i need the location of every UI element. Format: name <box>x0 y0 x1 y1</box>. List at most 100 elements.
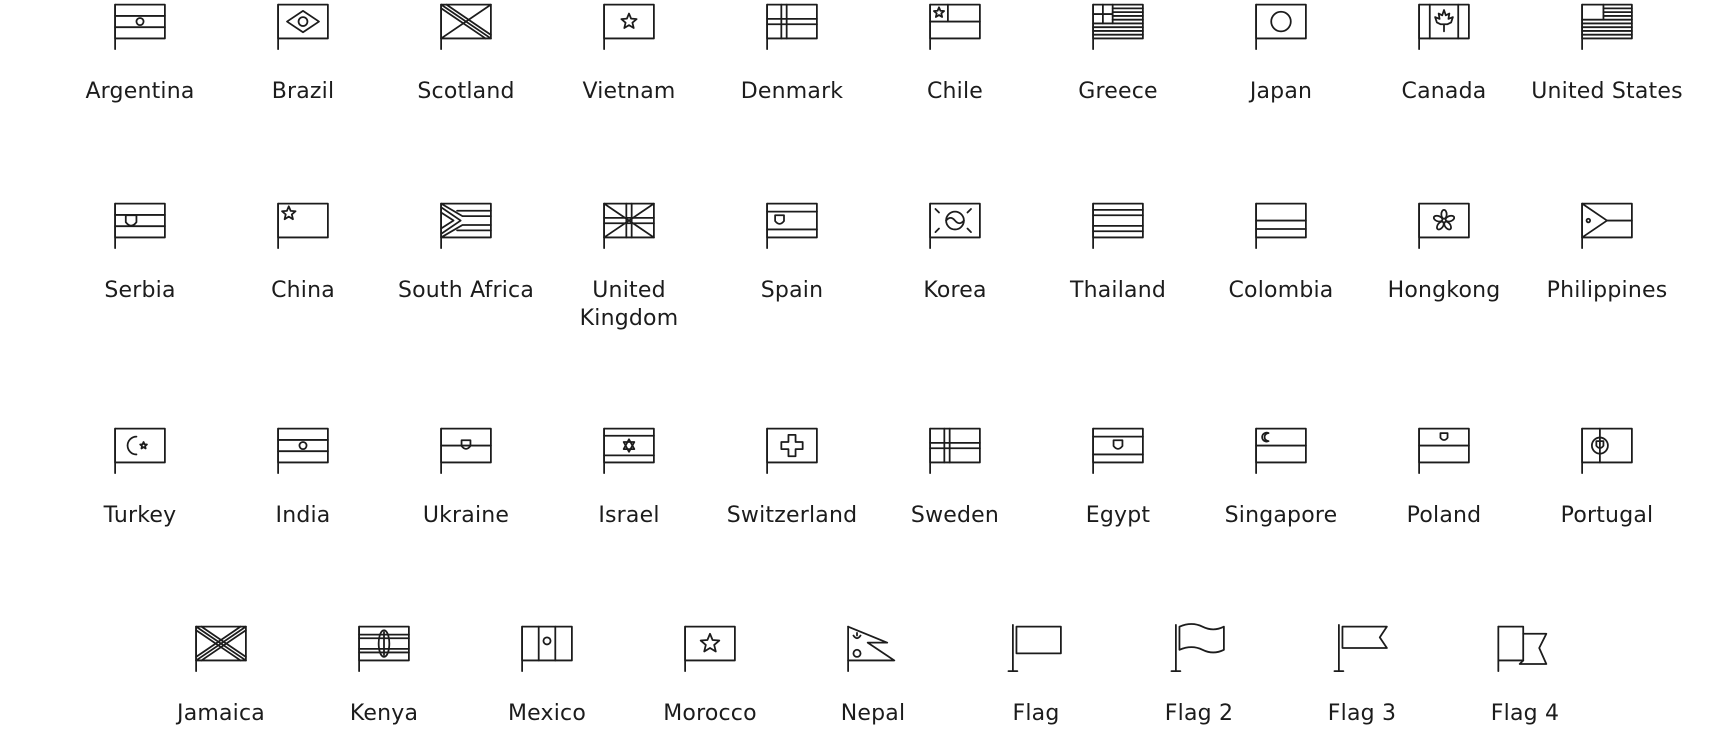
flag-label: China <box>271 278 335 303</box>
colombia-flag-icon <box>1255 202 1307 249</box>
argentina-flag-icon <box>114 3 166 50</box>
nepal-flag-icon <box>847 625 896 672</box>
thailand-flag-icon <box>1092 202 1144 249</box>
flag-item[interactable]: Hongkong <box>1364 193 1524 305</box>
flag-item[interactable]: Switzerland <box>712 418 872 530</box>
singapore-flag-icon <box>1255 427 1307 474</box>
flag-label: Serbia <box>104 278 176 303</box>
flag-label: United States <box>1531 79 1683 104</box>
flag-item[interactable]: Ukraine <box>386 418 546 530</box>
poland-flag-icon <box>1418 427 1470 474</box>
denmark-flag-icon <box>766 3 818 50</box>
flag-item[interactable]: India <box>223 418 383 530</box>
flag-item[interactable]: Korea <box>875 193 1035 305</box>
flag-label: Singapore <box>1224 503 1338 528</box>
flag-item[interactable]: Kenya <box>304 616 464 728</box>
flag-label: Flag 4 <box>1490 701 1560 726</box>
flag-item[interactable]: Flag 4 <box>1445 616 1605 728</box>
flag-label: Brazil <box>271 79 335 104</box>
flag-item[interactable]: Chile <box>875 0 1035 106</box>
flag-item[interactable]: Flag 2 <box>1119 616 1279 728</box>
flag-item[interactable]: Poland <box>1364 418 1524 530</box>
flag-label: Scotland <box>417 79 515 104</box>
flag-item[interactable]: Thailand <box>1038 193 1198 305</box>
flag-item[interactable]: Jamaica <box>141 616 301 728</box>
flag-label: Poland <box>1406 503 1482 528</box>
flag-item[interactable]: China <box>223 193 383 305</box>
flag-item[interactable]: Egypt <box>1038 418 1198 530</box>
serbia-flag-icon <box>114 202 166 249</box>
korea-flag-icon <box>929 202 981 249</box>
flag-label: Flag <box>1012 701 1060 726</box>
flag-label: Thailand <box>1069 278 1167 303</box>
south-africa-flag-icon <box>440 202 492 249</box>
flag-item[interactable]: Israel <box>549 418 709 530</box>
flag-notched-icon <box>1333 624 1388 672</box>
flag-label: Argentina <box>85 79 195 104</box>
china-flag-icon <box>277 202 329 249</box>
canada-flag-icon <box>1418 3 1470 50</box>
flag-item[interactable]: Japan <box>1201 0 1361 106</box>
turkey-flag-icon <box>114 427 166 474</box>
flag-label: Chile <box>926 79 984 104</box>
flag-icon <box>1007 624 1062 672</box>
flag-label: Nepal <box>840 701 906 726</box>
flag-item[interactable]: Colombia <box>1201 193 1361 305</box>
flag-folded-icon <box>1497 625 1548 672</box>
flag-item[interactable]: United Kingdom <box>549 193 709 333</box>
flag-item[interactable]: South Africa <box>386 193 546 305</box>
kenya-flag-icon <box>358 625 410 672</box>
flag-item[interactable]: Morocco <box>630 616 790 728</box>
flag-item[interactable]: Canada <box>1364 0 1524 106</box>
flag-label: Israel <box>598 503 660 528</box>
morocco-flag-icon <box>684 625 736 672</box>
flag-label: Spain <box>760 278 824 303</box>
flag-label: Japan <box>1249 79 1313 104</box>
flag-item[interactable]: Spain <box>712 193 872 305</box>
mexico-flag-icon <box>521 625 573 672</box>
flag-label: Morocco <box>663 701 757 726</box>
flag-item[interactable]: Denmark <box>712 0 872 106</box>
flag-item[interactable]: Turkey <box>60 418 220 530</box>
flag-item[interactable]: Scotland <box>386 0 546 106</box>
brazil-flag-icon <box>277 3 329 50</box>
spain-flag-icon <box>766 202 818 249</box>
flag-label: Korea <box>923 278 987 303</box>
flag-item[interactable]: Nepal <box>793 616 953 728</box>
flag-wave-icon <box>1170 623 1225 672</box>
flag-item[interactable]: Brazil <box>223 0 383 106</box>
flag-item[interactable]: Sweden <box>875 418 1035 530</box>
flag-label: Philippines <box>1546 278 1668 303</box>
sweden-flag-icon <box>929 427 981 474</box>
flag-label: Mexico <box>507 701 587 726</box>
flag-label: Sweden <box>910 503 1000 528</box>
flag-item[interactable]: Flag <box>956 616 1116 728</box>
flag-item[interactable]: Greece <box>1038 0 1198 106</box>
flag-label: Ukraine <box>422 503 510 528</box>
flag-label: Egypt <box>1085 503 1151 528</box>
flag-label: Denmark <box>740 79 844 104</box>
flag-item[interactable]: Argentina <box>60 0 220 106</box>
philippines-flag-icon <box>1581 202 1633 249</box>
flag-label: Canada <box>1401 79 1487 104</box>
flag-label: Colombia <box>1228 278 1334 303</box>
flag-item[interactable]: Serbia <box>60 193 220 305</box>
flag-item[interactable]: Philippines <box>1527 193 1687 305</box>
flag-label: Turkey <box>103 503 177 528</box>
flag-label: United Kingdom <box>579 278 679 331</box>
egypt-flag-icon <box>1092 427 1144 474</box>
vietnam-flag-icon <box>603 3 655 50</box>
flag-item[interactable]: Portugal <box>1527 418 1687 530</box>
flag-item[interactable]: United States <box>1527 0 1687 106</box>
flag-item[interactable]: Flag 3 <box>1282 616 1442 728</box>
flag-icon-grid: Argentina Brazil Scotland Vietnam Denmark Chi… <box>0 0 1736 740</box>
greece-flag-icon <box>1092 3 1144 50</box>
switzerland-flag-icon <box>766 427 818 474</box>
united-states-flag-icon <box>1581 3 1633 50</box>
flag-item[interactable]: Mexico <box>467 616 627 728</box>
flag-item[interactable]: Vietnam <box>549 0 709 106</box>
flag-label: South Africa <box>397 278 535 303</box>
flag-item[interactable]: Singapore <box>1201 418 1361 530</box>
jamaica-flag-icon <box>195 625 247 672</box>
flag-label: Vietnam <box>582 79 676 104</box>
